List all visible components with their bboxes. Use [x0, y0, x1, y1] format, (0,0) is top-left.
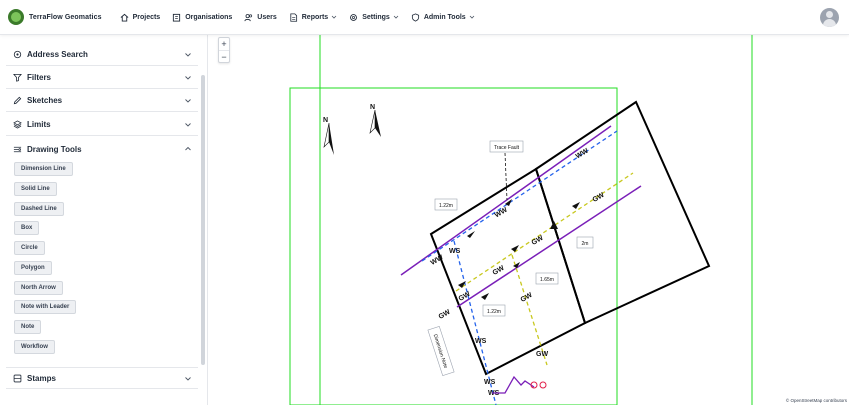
purple-line-lower[interactable]: [456, 185, 642, 308]
panel-stamps-label: Stamps: [27, 373, 56, 383]
trace-fault-note: Trace Fault: [494, 145, 520, 151]
dim-label-2: 2m: [582, 241, 589, 247]
zoom-in-button[interactable]: +: [219, 38, 229, 50]
nav-reports-label: Reports: [301, 13, 329, 21]
dim-label-3: 1.65m: [540, 277, 554, 283]
panel-drawing-tools-label: Drawing Tools: [27, 144, 82, 154]
flow-arrow-3: [572, 202, 580, 209]
label-gw-1: GW: [531, 235, 545, 247]
report-icon: [290, 12, 297, 22]
drawing-tools-icon: [12, 144, 22, 154]
gear-icon: [350, 13, 358, 21]
chevron-down-icon: [185, 76, 191, 80]
zoom-out-button[interactable]: −: [219, 50, 229, 62]
sketch-drawing[interactable]: N N Trace Fault 1.22m 2m 1.65m 1.22m Dim…: [209, 35, 849, 405]
tool-polygon[interactable]: Polygon: [14, 261, 52, 275]
users-icon: [244, 13, 253, 21]
nav-users[interactable]: Users: [244, 13, 277, 22]
stamp-icon: [12, 373, 22, 383]
chevron-down-icon: [331, 15, 337, 19]
limit-box: [289, 87, 618, 405]
brand-name: TerraFlow Geomatics: [29, 13, 102, 21]
tool-box[interactable]: Box: [14, 221, 40, 235]
map-attribution[interactable]: © OpenStreetMap contributors: [784, 398, 848, 403]
north-arrow-2[interactable]: N: [369, 104, 381, 137]
red-marker-2[interactable]: [539, 381, 547, 389]
main-nav: Projects Organisations Users Reports Set…: [120, 12, 487, 22]
building-icon: [173, 13, 181, 22]
tool-dashed-line[interactable]: Dashed Line: [14, 202, 64, 216]
map-pin-icon: [12, 50, 22, 60]
panel-stamps[interactable]: Stamps: [6, 367, 198, 389]
panel-limits-label: Limits: [27, 120, 51, 129]
panel-drawing-tools[interactable]: Drawing Tools: [6, 138, 198, 160]
north-arrow-1-label: N: [323, 117, 328, 124]
tool-north-arrow[interactable]: North Arrow: [14, 281, 63, 295]
chevron-down-icon: [393, 15, 399, 19]
north-arrow-1[interactable]: N: [323, 117, 334, 155]
nav-projects-label: Projects: [132, 13, 161, 21]
layers-icon: [12, 120, 22, 130]
panel-filters-label: Filters: [27, 73, 52, 82]
nav-admin-tools[interactable]: Admin Tools: [411, 12, 475, 22]
tool-dimension-line[interactable]: Dimension Line: [14, 162, 73, 176]
flow-arrow-8: [550, 221, 558, 229]
panel-address-search-label: Address Search: [27, 50, 88, 59]
brand[interactable]: TerraFlow Geomatics: [8, 9, 102, 25]
map-canvas[interactable]: N N Trace Fault 1.22m 2m 1.65m 1.22m Dim…: [209, 35, 849, 405]
panel-sketches[interactable]: Sketches: [6, 90, 198, 112]
zoom-control: + −: [218, 37, 230, 63]
chevron-down-icon: [185, 99, 191, 103]
label-ws-2: WS: [475, 338, 487, 345]
dim-label-4: 1.22m: [487, 309, 501, 315]
panel-filters[interactable]: Filters: [6, 67, 198, 89]
pencil-icon: [12, 96, 22, 106]
chevron-down-icon: [185, 53, 191, 57]
outline-box-right[interactable]: [534, 100, 711, 325]
north-arrow-2-label: N: [370, 104, 375, 111]
nav-settings[interactable]: Settings: [349, 13, 399, 22]
shield-icon: [411, 12, 419, 22]
trace-fault-leader: [504, 152, 508, 201]
tool-circle[interactable]: Circle: [14, 241, 45, 255]
tool-workflow[interactable]: Workflow: [14, 340, 55, 354]
label-ws-1: WS: [449, 248, 461, 255]
panel-limits[interactable]: Limits: [6, 114, 198, 136]
tool-note-with-leader[interactable]: Note with Leader: [14, 300, 77, 314]
home-icon: [120, 13, 128, 22]
user-avatar[interactable]: [820, 8, 839, 27]
avatar-body-shape: [823, 19, 836, 27]
flow-arrow-2: [511, 245, 519, 252]
label-gw-7: GW: [536, 351, 548, 358]
label-gw-2: GW: [592, 192, 606, 204]
brand-logo-icon: [8, 9, 24, 25]
panel-address-search[interactable]: Address Search: [6, 44, 198, 66]
nav-organisations[interactable]: Organisations: [172, 13, 232, 22]
filter-icon: [12, 73, 22, 83]
tool-solid-line[interactable]: Solid Line: [14, 182, 57, 196]
chevron-down-icon: [469, 15, 474, 19]
avatar-head-shape: [826, 11, 833, 18]
flow-arrow-1: [467, 231, 475, 238]
chevron-down-icon: [185, 377, 191, 381]
sidebar: Address Search Filters Sketches Limits D…: [0, 35, 208, 405]
label-gw-6: GW: [438, 309, 452, 321]
panel-sketches-label: Sketches: [27, 96, 63, 105]
flow-arrow-7: [481, 293, 489, 300]
chevron-up-icon: [185, 146, 191, 151]
chevron-down-icon: [185, 123, 191, 127]
dimension-note[interactable]: Dimension Note: [427, 325, 455, 377]
nav-projects[interactable]: Projects: [120, 13, 161, 22]
label-ws-3: WS: [484, 379, 496, 386]
nav-admin-tools-label: Admin Tools: [423, 13, 466, 21]
tool-note[interactable]: Note: [14, 320, 42, 334]
nav-organisations-label: Organisations: [185, 13, 233, 21]
top-navigation-bar: TerraFlow Geomatics Projects Organisatio…: [0, 0, 849, 35]
nav-users-label: Users: [257, 13, 277, 21]
dim-label-1: 1.22m: [439, 203, 453, 209]
yellow-dashed-line-vertical[interactable]: [511, 254, 548, 366]
nav-reports[interactable]: Reports: [289, 12, 337, 22]
nav-settings-label: Settings: [362, 13, 390, 21]
sidebar-scrollbar[interactable]: [201, 75, 205, 365]
